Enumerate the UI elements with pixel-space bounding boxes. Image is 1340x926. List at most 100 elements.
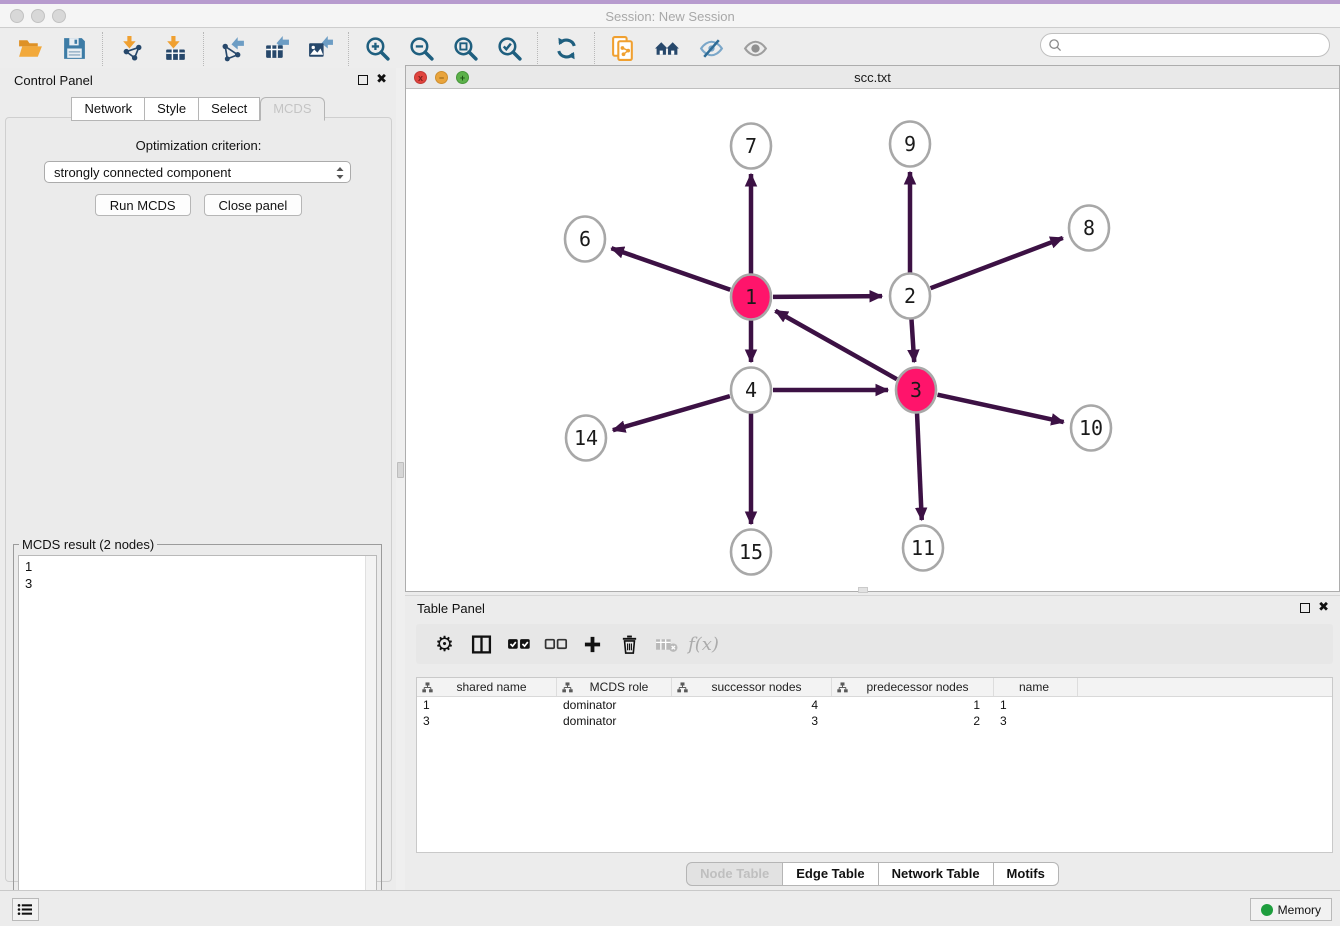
select-all-columns-button[interactable]: [500, 627, 537, 661]
graph-node-15[interactable]: 15: [731, 530, 771, 575]
graph-node-2[interactable]: 2: [890, 274, 930, 319]
graph-edge-2-8[interactable]: [931, 238, 1063, 288]
zoom-out-button[interactable]: [399, 31, 443, 67]
search-input[interactable]: [1063, 38, 1329, 52]
graph-node-1[interactable]: 1: [731, 275, 771, 320]
tab-motifs[interactable]: Motifs: [994, 862, 1059, 886]
float-panel-icon[interactable]: [358, 75, 368, 85]
first-neighbors-button[interactable]: [645, 31, 689, 67]
list-icon: [17, 903, 34, 916]
close-panel-icon[interactable]: ✖: [376, 72, 387, 87]
table-cell[interactable]: 3: [672, 713, 832, 729]
splitter-grip[interactable]: [397, 462, 404, 478]
delete-table-button: [648, 627, 685, 661]
graph-node-3[interactable]: 3: [896, 368, 936, 413]
table-float-panel-icon[interactable]: [1300, 603, 1310, 613]
hide-graphics-details-button[interactable]: [689, 31, 733, 67]
show-graphics-details-button[interactable]: [733, 31, 777, 67]
show-log-button[interactable]: [12, 898, 39, 921]
graph-edge-1-6[interactable]: [611, 248, 730, 290]
optimization-criterion-label: Optimization criterion:: [6, 138, 391, 153]
export-image-button[interactable]: [298, 31, 342, 67]
mcds-result-title: MCDS result (2 nodes): [19, 537, 157, 552]
graph-node-label: 8: [1083, 216, 1095, 240]
graph-node-14[interactable]: 14: [566, 416, 606, 461]
column-header-MCDS-role[interactable]: MCDS role: [557, 678, 672, 696]
tab-mcds[interactable]: MCDS: [260, 97, 324, 121]
table-cell[interactable]: dominator: [557, 697, 672, 713]
graph-edge-3-11[interactable]: [917, 412, 922, 520]
zoom-selected-icon: [496, 35, 523, 62]
table-row[interactable]: 3dominator323: [417, 713, 1332, 729]
table-cell[interactable]: 4: [672, 697, 832, 713]
deselect-all-columns-button[interactable]: [537, 627, 574, 661]
graph-edge-3-1[interactable]: [775, 311, 896, 379]
titlebar: Session: New Session: [0, 4, 1340, 28]
network-titlebar[interactable]: x − + scc.txt: [406, 66, 1339, 89]
eye-slash-icon: [698, 35, 725, 62]
table-row[interactable]: 1dominator411: [417, 697, 1332, 713]
table-close-panel-icon[interactable]: ✖: [1318, 600, 1329, 615]
graph-edge-2-3[interactable]: [911, 318, 914, 362]
column-header-predecessor-nodes[interactable]: predecessor nodes: [832, 678, 994, 696]
zoom-out-icon: [408, 35, 435, 62]
graph-node-8[interactable]: 8: [1069, 206, 1109, 251]
columns-icon: [471, 634, 492, 655]
graph-node-6[interactable]: 6: [565, 217, 605, 262]
close-panel-button[interactable]: Close panel: [204, 194, 303, 216]
graph-edge-3-10[interactable]: [937, 395, 1063, 422]
table-cell[interactable]: 1: [994, 697, 1078, 713]
memory-status-icon: [1261, 904, 1273, 916]
table-cell[interactable]: 1: [417, 697, 557, 713]
import-table-button[interactable]: [153, 31, 197, 67]
graph-edge-1-2[interactable]: [773, 296, 882, 297]
table-cell[interactable]: 3: [994, 713, 1078, 729]
duplicate-network-button[interactable]: [601, 31, 645, 67]
network-graph[interactable]: 7 9 6 8 1 2 4 3 14 10 15 11: [406, 89, 1339, 591]
column-header-name[interactable]: name: [994, 678, 1078, 696]
graph-edge-4-14[interactable]: [613, 396, 730, 430]
table-cell[interactable]: dominator: [557, 713, 672, 729]
tab-style[interactable]: Style: [145, 97, 199, 121]
zoom-in-button[interactable]: [355, 31, 399, 67]
table-cell[interactable]: 2: [832, 713, 994, 729]
import-network-button[interactable]: [109, 31, 153, 67]
table-settings-button[interactable]: ⚙: [426, 627, 463, 661]
export-network-button[interactable]: [210, 31, 254, 67]
graph-node-7[interactable]: 7: [731, 124, 771, 169]
tab-network-table[interactable]: Network Table: [879, 862, 994, 886]
graph-node-4[interactable]: 4: [731, 368, 771, 413]
open-file-button[interactable]: [8, 31, 52, 67]
column-header-label: predecessor nodes: [850, 680, 993, 694]
save-session-button[interactable]: [52, 31, 96, 67]
create-column-button[interactable]: [574, 627, 611, 661]
tab-network[interactable]: Network: [71, 97, 145, 121]
refresh-layout-button[interactable]: [544, 31, 588, 67]
control-panel: Control Panel ✖ Network Style Select MCD…: [0, 68, 396, 890]
tab-edge-table[interactable]: Edge Table: [783, 862, 878, 886]
network-resize-grip[interactable]: [858, 587, 868, 593]
memory-button[interactable]: Memory: [1250, 898, 1332, 921]
column-header-successor-nodes[interactable]: successor nodes: [672, 678, 832, 696]
table-cell[interactable]: 1: [832, 697, 994, 713]
criterion-select[interactable]: strongly connected component: [44, 161, 351, 183]
tab-node-table[interactable]: Node Table: [686, 862, 783, 886]
mcds-result-text[interactable]: 1 3: [18, 555, 377, 921]
show-columns-button[interactable]: [463, 627, 500, 661]
graph-node-10[interactable]: 10: [1071, 406, 1111, 451]
run-mcds-button[interactable]: Run MCDS: [95, 194, 191, 216]
tab-select[interactable]: Select: [199, 97, 260, 121]
export-table-button[interactable]: [254, 31, 298, 67]
zoom-selected-button[interactable]: [487, 31, 531, 67]
graph-node-label: 14: [574, 426, 598, 450]
delete-column-button[interactable]: [611, 627, 648, 661]
table-cell[interactable]: 3: [417, 713, 557, 729]
panel-splitter[interactable]: [396, 68, 405, 890]
search-field[interactable]: [1040, 33, 1330, 57]
tree-icon: [562, 682, 575, 693]
mcds-result-scrollbar[interactable]: [365, 556, 376, 920]
graph-node-9[interactable]: 9: [890, 122, 930, 167]
column-header-shared-name[interactable]: shared name: [417, 678, 557, 696]
zoom-fit-button[interactable]: [443, 31, 487, 67]
graph-node-11[interactable]: 11: [903, 526, 943, 571]
